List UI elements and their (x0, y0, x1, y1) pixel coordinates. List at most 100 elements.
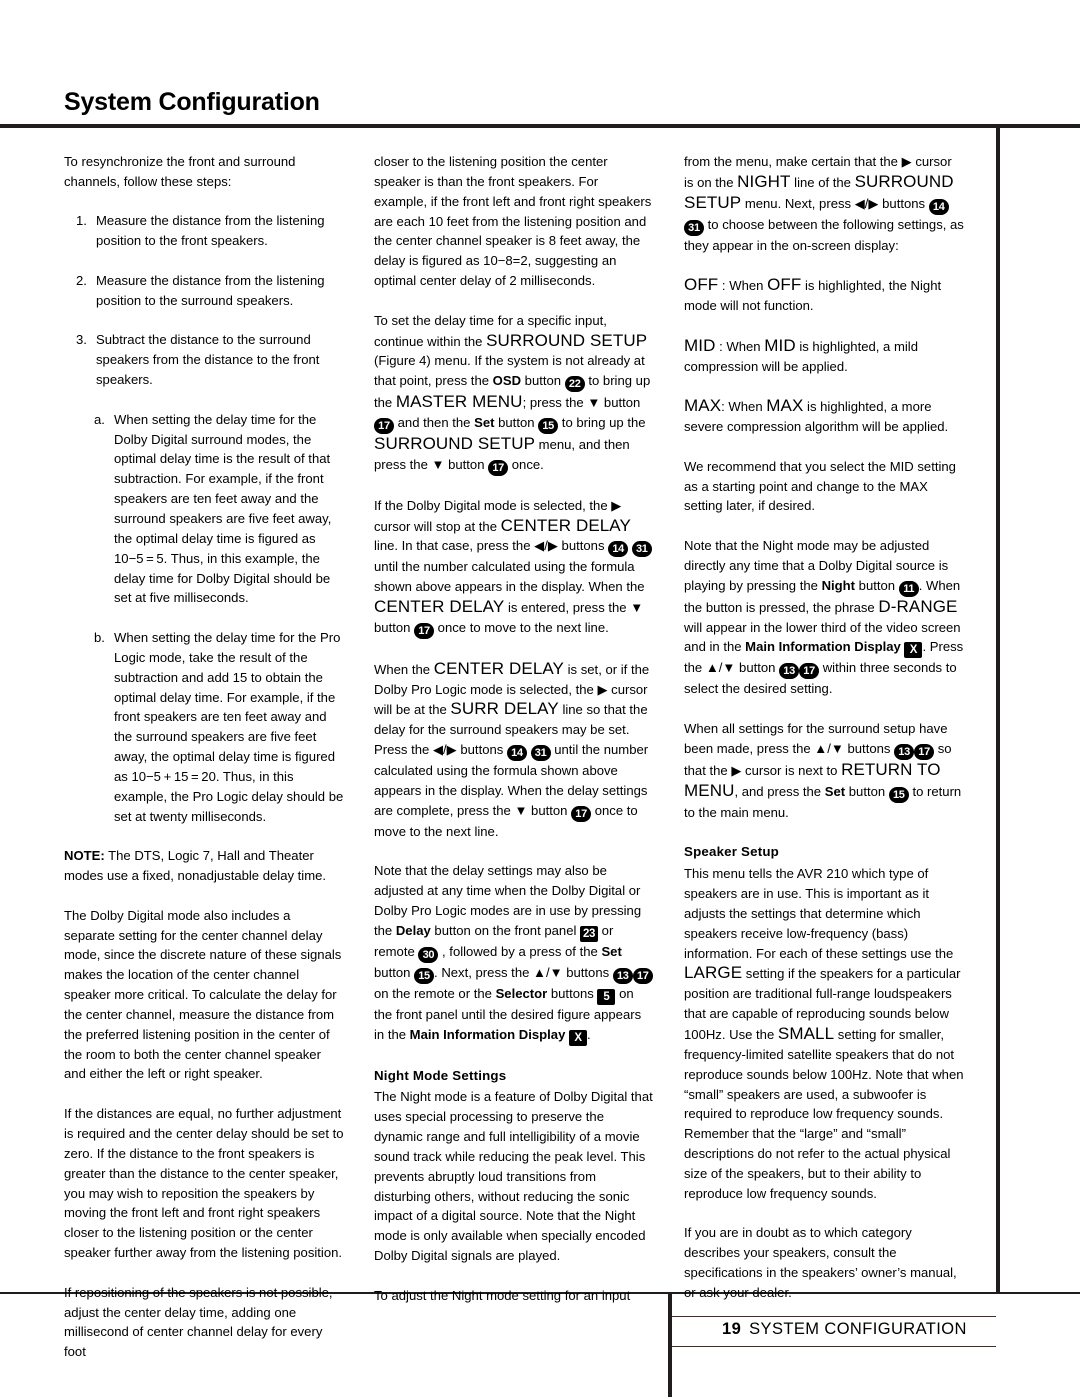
badge-square-5: 5 (597, 988, 616, 1005)
paragraph-surr-delay: When the CENTER DELAY is set, or if the … (374, 659, 654, 842)
text-run: until the number calculated using the fo… (374, 559, 645, 595)
paragraph-recommendation: We recommend that you select the MID set… (684, 458, 956, 514)
badge-13: 13 (894, 743, 915, 760)
osd-off: OFF (767, 275, 802, 295)
text-run: : When (718, 278, 768, 294)
text-run: : When (721, 399, 767, 415)
list-item: 1. Measure the distance from the listeni… (64, 211, 344, 251)
button-delay-label: Delay (395, 922, 431, 938)
paragraph-repositioning: If repositioning of the speakers is not … (64, 1284, 333, 1360)
list-marker: 1. (76, 213, 87, 229)
list-text: When setting the delay time for the Dolb… (114, 411, 332, 606)
badge-31: 31 (530, 745, 551, 762)
text-run: once to move to the next line. (434, 619, 609, 635)
paragraph-all-settings: When all settings for the surround setup… (684, 719, 964, 823)
paragraph-off-setting: OFF : When OFF is highlighted, the Night… (684, 275, 964, 316)
title-horizontal-rule (0, 124, 1080, 128)
main-information-display-label: Main Information Display (745, 639, 901, 655)
osd-small: SMALL (777, 1024, 835, 1043)
text-run: button (855, 577, 899, 593)
paragraph-night-adjust: Note that the Night mode may be adjusted… (684, 536, 964, 699)
badge-11: 11 (898, 580, 919, 597)
text-run: . (587, 1026, 591, 1042)
main-information-display-label: Main Information Display (409, 1026, 566, 1042)
paragraph-mid-setting: MID : When MID is highlighted, a mild co… (684, 336, 964, 377)
list-item: b. When setting the delay time for the P… (64, 628, 344, 826)
paragraph-closer-center: closer to the listening position the cen… (374, 154, 652, 289)
paragraph-set-delay: To set the delay time for a specific inp… (374, 311, 654, 476)
button-night-label: Night (821, 577, 856, 593)
osd-d-range: D-RANGE (878, 596, 958, 616)
badge-square-23: 23 (580, 925, 599, 942)
text-run: button on the front panel (430, 922, 581, 938)
osd-master-menu: MASTER MENU (395, 392, 523, 412)
badge-13: 13 (779, 663, 800, 680)
button-selector-label: Selector (495, 985, 548, 1001)
osd-mid: MID (684, 335, 716, 355)
osd-off: OFF (684, 275, 719, 295)
text-run: once. (508, 456, 544, 472)
column-3: from the menu, make certain that the ▶ c… (684, 152, 964, 1362)
badge-square-x: X (904, 642, 923, 659)
badge-15: 15 (538, 418, 559, 435)
badge-14: 14 (608, 541, 629, 558)
three-column-body: To resynchronize the front and surround … (0, 152, 1080, 1362)
osd-center-delay: CENTER DELAY (433, 658, 564, 678)
paragraph-night-mode: The Night mode is a feature of Dolby Dig… (374, 1089, 653, 1264)
text-run: menu. Next, press ◀/▶ buttons (741, 195, 929, 211)
text-run: to bring up the (558, 415, 646, 431)
list-marker: a. (94, 411, 105, 427)
paragraph-max-setting: MAX: When MAX is highlighted, a more sev… (684, 396, 964, 437)
text-run: button (521, 373, 565, 389)
list-text: When setting the delay time for the Pro … (114, 630, 344, 824)
paragraph-distances-equal: If the distances are equal, no further a… (64, 1106, 344, 1261)
text-run: button (845, 783, 889, 799)
list-text: Measure the distance from the listening … (96, 213, 325, 249)
badge-square-x: X (569, 1029, 587, 1046)
badge-17: 17 (632, 967, 653, 984)
list-marker: 3. (76, 332, 87, 348)
heading-night-mode-settings: Night Mode Settings (374, 1067, 507, 1083)
badge-15: 15 (414, 967, 435, 984)
osd-surround-setup: SURROUND SETUP (486, 330, 648, 350)
paragraph-center-delay: The Dolby Digital mode also includes a s… (64, 907, 342, 1082)
text-run: button (374, 964, 415, 980)
badge-17: 17 (571, 805, 592, 822)
button-set-label: Set (824, 783, 846, 799)
paragraph-delay-note: Note that the delay settings may also be… (374, 861, 654, 1046)
text-run: . Next, press the ▲/▼ buttons (434, 964, 613, 980)
list-marker: 2. (76, 272, 87, 288)
text-run: and then the (394, 415, 475, 431)
badge-15: 15 (888, 786, 909, 803)
paragraph-speaker-setup: This menu tells the AVR 210 which type o… (684, 864, 964, 1203)
osd-surr-delay: SURR DELAY (450, 699, 559, 719)
list-marker: b. (94, 630, 105, 646)
text-run: line of the (790, 174, 855, 190)
badge-13: 13 (612, 967, 633, 984)
paragraph-adjust-night-mode: To adjust the Night mode setting for an … (374, 1287, 631, 1303)
text-run: setting for smaller, frequency-limited s… (684, 1027, 964, 1201)
paragraph-speaker-doubt: If you are in doubt as to which category… (684, 1225, 957, 1300)
badge-17: 17 (374, 418, 394, 435)
text-run: : When (715, 338, 765, 354)
badge-17: 17 (414, 622, 435, 639)
osd-night: NIGHT (737, 171, 791, 191)
text-run: buttons (547, 985, 598, 1001)
list-item: 2. Measure the distance from the listeni… (64, 271, 344, 311)
paragraph-intro: To resynchronize the front and surround … (64, 154, 296, 189)
badge-17: 17 (488, 459, 509, 476)
osd-large: LARGE (684, 963, 743, 983)
button-osd-label: OSD (492, 373, 522, 389)
list-text: Measure the distance from the listening … (96, 272, 325, 308)
text-run: to choose between the following settings… (684, 216, 964, 253)
column-1: To resynchronize the front and surround … (64, 152, 344, 1362)
badge-30: 30 (418, 946, 439, 963)
osd-max: MAX (766, 396, 804, 416)
osd-max: MAX (684, 396, 722, 416)
button-set-label: Set (601, 943, 622, 959)
text-run: on the remote or the (374, 985, 496, 1001)
badge-17: 17 (799, 663, 820, 680)
badge-17: 17 (914, 743, 935, 760)
column-2: closer to the listening position the cen… (374, 152, 654, 1362)
text-run: ; press the ▼ button (522, 395, 641, 411)
